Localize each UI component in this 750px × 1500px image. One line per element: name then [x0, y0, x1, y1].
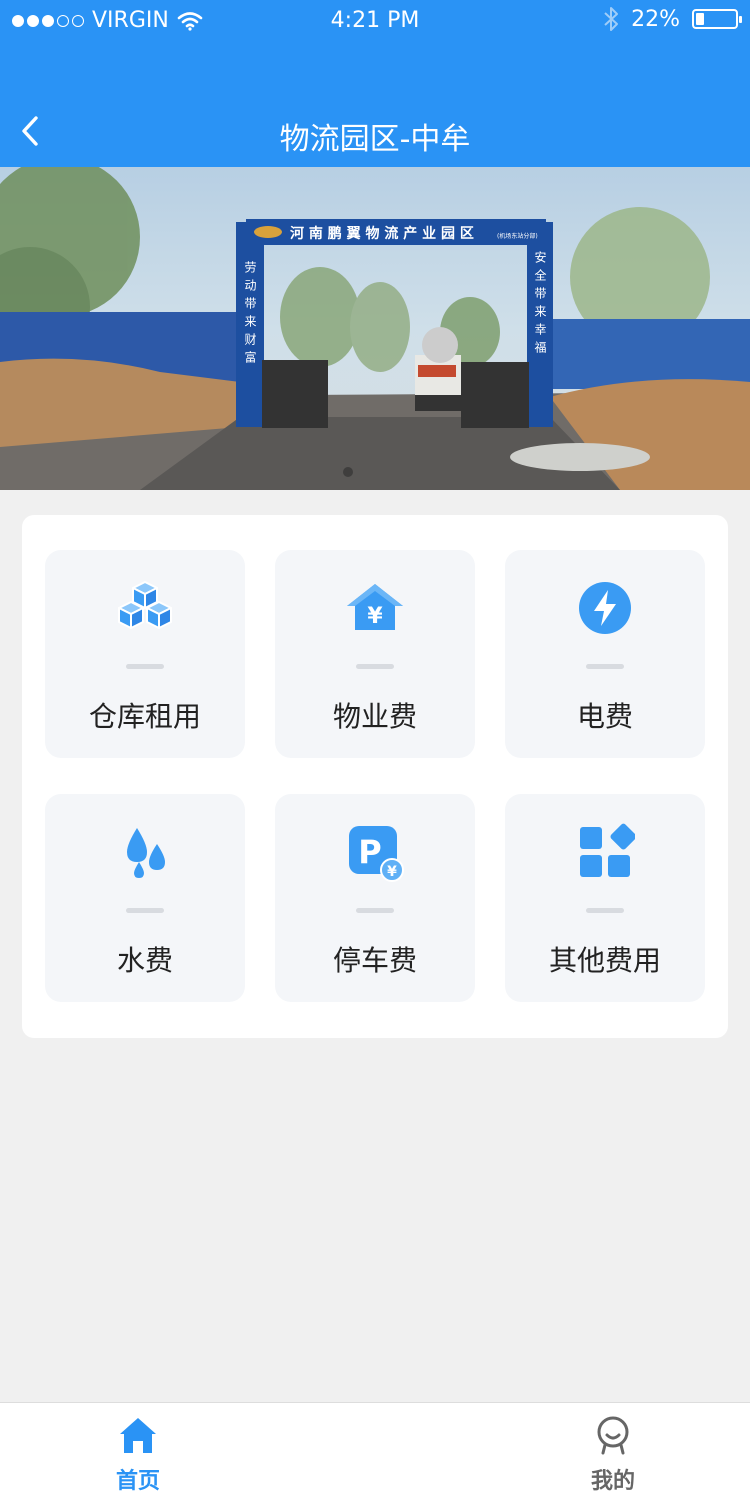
status-bar: VIRGIN 4:21 PM 22%	[0, 0, 750, 40]
service-label: 其他费用	[548, 944, 661, 977]
service-label: 电费	[576, 700, 633, 733]
service-electricity-fee[interactable]: 电费	[505, 550, 705, 758]
right-slogan: 安全带来幸福	[533, 250, 547, 359]
parking-yuan-icon: P ¥	[349, 826, 404, 882]
bluetooth-icon	[604, 7, 619, 31]
divider	[126, 908, 164, 913]
home-icon	[120, 1418, 156, 1453]
service-water-fee[interactable]: 水费	[45, 794, 245, 1002]
nav-bar: 物流园区-中牟	[0, 100, 750, 166]
tab-bar: 首页 我的	[0, 1402, 750, 1500]
banner-image: 河 南 鹏 翼 物 流 产 业 园 区 (机场东站分部) 劳动带来财富 安全带来…	[0, 167, 750, 490]
gate-sign-subtext: (机场东站分部)	[497, 232, 538, 240]
tab-home[interactable]: 首页	[68, 1403, 208, 1500]
app-header: VIRGIN 4:21 PM 22% 物流园区-中牟	[0, 0, 750, 167]
service-label: 停车费	[332, 944, 417, 977]
profile-icon	[597, 1416, 629, 1455]
service-other-fees[interactable]: 其他费用	[505, 794, 705, 1002]
status-right: 22%	[603, 6, 742, 32]
divider	[586, 664, 624, 669]
service-label: 仓库租用	[88, 700, 201, 733]
left-slogan: 劳动带来财富	[243, 261, 257, 369]
svg-text:¥: ¥	[367, 604, 383, 629]
tab-profile-label: 我的	[590, 1469, 635, 1494]
cubes-icon	[118, 581, 172, 629]
tab-profile[interactable]: 我的	[543, 1403, 683, 1500]
service-label: 物业费	[332, 700, 417, 733]
battery-level	[696, 13, 704, 25]
battery-percent: 22%	[631, 6, 680, 32]
water-drops-icon	[127, 828, 165, 878]
house-yuan-icon: ¥	[347, 584, 403, 630]
service-label: 水费	[116, 944, 173, 977]
divider	[356, 664, 394, 669]
banner-carousel[interactable]: 河 南 鹏 翼 物 流 产 业 园 区 (机场东站分部) 劳动带来财富 安全带来…	[0, 167, 750, 490]
tab-home-label: 首页	[115, 1469, 160, 1494]
services-card: 仓库租用 ¥ 物业费 电费 水费 P ¥ 停车费 其他费用	[22, 515, 728, 1038]
battery-icon	[692, 9, 742, 29]
svg-text:P: P	[358, 833, 381, 871]
service-parking-fee[interactable]: P ¥ 停车费	[275, 794, 475, 1002]
service-property-fee[interactable]: ¥ 物业费	[275, 550, 475, 758]
lightning-icon	[579, 582, 631, 634]
service-warehouse-rental[interactable]: 仓库租用	[45, 550, 245, 758]
divider	[586, 908, 624, 913]
divider	[356, 908, 394, 913]
svg-text:¥: ¥	[387, 864, 397, 880]
gate-sign-text: 河 南 鹏 翼 物 流 产 业 园 区	[290, 225, 474, 242]
divider	[126, 664, 164, 669]
apps-grid-icon	[580, 823, 635, 877]
page-title: 物流园区-中牟	[279, 122, 471, 157]
carousel-indicator[interactable]	[342, 466, 354, 478]
